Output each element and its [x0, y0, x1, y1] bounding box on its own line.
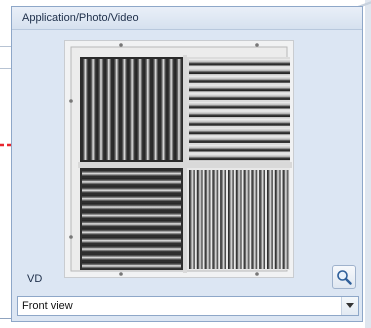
background-divider: [0, 318, 11, 319]
panel-title: Application/Photo/Video: [22, 12, 139, 24]
panel-header: Application/Photo/Video: [12, 7, 362, 30]
product-photo: [64, 40, 294, 278]
background-app-area: [365, 0, 371, 328]
dropdown-arrow-button[interactable]: [341, 297, 358, 315]
background-app-area: [0, 0, 11, 328]
background-divider: [0, 46, 11, 47]
zoom-button[interactable]: [332, 265, 356, 289]
photo-video-panel: Application/Photo/Video VD Front view: [11, 6, 363, 322]
chevron-down-icon: [346, 303, 354, 308]
background-divider: [0, 68, 11, 69]
view-dropdown-value: Front view: [22, 300, 73, 312]
view-dropdown[interactable]: Front view: [17, 296, 359, 316]
vd-label: VD: [27, 273, 43, 285]
magnifier-icon: [337, 270, 352, 285]
